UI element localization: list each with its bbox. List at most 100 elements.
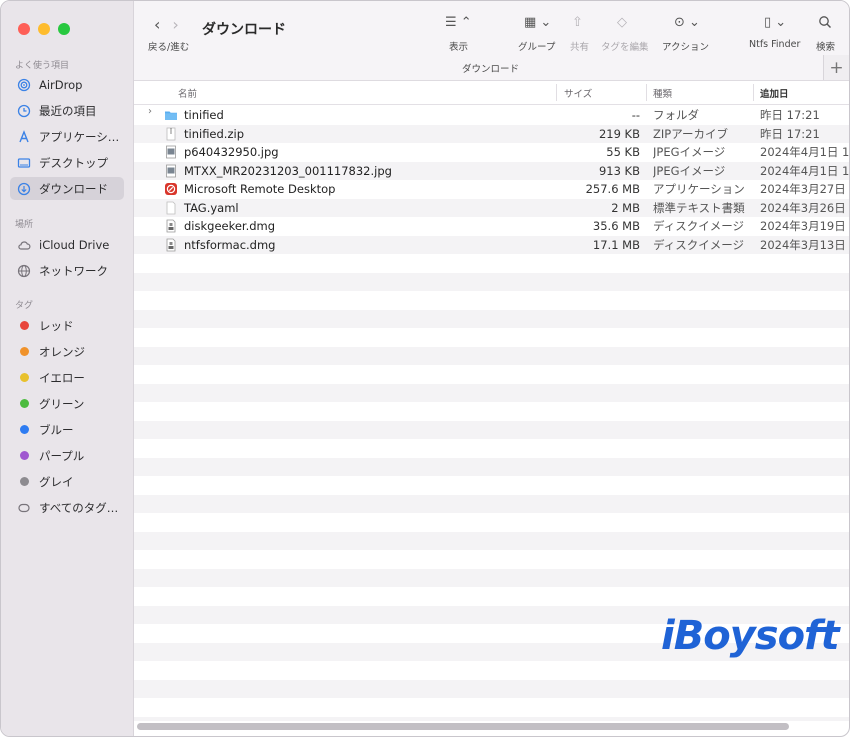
close-button[interactable] bbox=[18, 23, 30, 35]
download-icon bbox=[17, 182, 31, 196]
view-list-icon[interactable]: ☰ ⌃ bbox=[445, 15, 472, 30]
column-header-date-added[interactable]: 追加日 bbox=[760, 81, 789, 104]
sidebar-all-tags[interactable]: すべてのタグ… bbox=[10, 496, 124, 519]
sidebar-tag-orange[interactable]: オレンジ bbox=[10, 340, 124, 363]
sidebar-item-recents[interactable]: 最近の項目 bbox=[10, 99, 124, 122]
sidebar-item-label: ダウンロード bbox=[39, 181, 108, 196]
empty-row-stripe bbox=[134, 531, 849, 550]
file-name: TAG.yaml bbox=[184, 200, 239, 215]
file-name-cell: tinified.zip bbox=[164, 125, 564, 144]
ntfs-finder-icon[interactable]: ▯ ⌄ bbox=[764, 15, 786, 30]
file-date-added: 昨日 17:21 bbox=[760, 108, 820, 123]
file-kind: フォルダ bbox=[653, 108, 699, 123]
column-header-name[interactable]: 名前 bbox=[178, 81, 197, 104]
action-label[interactable]: アクション bbox=[662, 39, 709, 53]
file-row[interactable]: TAG.yaml 2 MB 標準テキスト書類 2024年3月26日 bbox=[134, 198, 849, 218]
empty-row-stripe bbox=[134, 383, 849, 402]
sidebar-tag-blue[interactable]: ブルー bbox=[10, 418, 124, 441]
column-divider[interactable] bbox=[556, 84, 557, 101]
red-tag-dot-icon bbox=[19, 321, 29, 330]
file-row[interactable]: diskgeeker.dmg 35.6 MB ディスクイメージ 2024年3月19日 bbox=[134, 217, 849, 236]
file-date-added: 2024年3月13日 bbox=[760, 237, 846, 252]
clock-icon bbox=[17, 104, 31, 118]
file-row[interactable]: Microsoft Remote Desktop 257.6 MB アプリケーション… bbox=[134, 180, 849, 199]
minimize-button[interactable] bbox=[38, 23, 50, 35]
file-name: p640432950.jpg bbox=[184, 145, 279, 160]
sidebar-tag-purple[interactable]: パープル bbox=[10, 444, 124, 467]
file-size: 35.6 MB bbox=[592, 219, 640, 234]
column-header-kind[interactable]: 種類 bbox=[653, 81, 672, 104]
sidebar-item-desktop[interactable]: デスクトップ bbox=[10, 151, 124, 174]
sidebar-item-icloud[interactable]: iCloud Drive bbox=[10, 233, 124, 256]
airdrop-icon bbox=[17, 78, 31, 92]
blue-tag-dot-icon bbox=[19, 425, 29, 434]
nav-arrows: ‹ › bbox=[154, 15, 191, 34]
sidebar-tag-red[interactable]: レッド bbox=[10, 314, 124, 337]
file-size: 913 KB bbox=[598, 163, 640, 178]
share-icon[interactable]: ⇧ bbox=[572, 15, 583, 30]
file-row[interactable]: tinified.zip 219 KB ZIPアーカイブ 昨日 17:21 bbox=[134, 124, 849, 144]
sidebar-item-label: パープル bbox=[39, 448, 85, 463]
share-label[interactable]: 共有 bbox=[570, 39, 589, 53]
folder-icon bbox=[164, 108, 178, 122]
back-forward-label: 戻る/進む bbox=[148, 42, 190, 53]
file-size: -- bbox=[631, 108, 640, 123]
empty-row-stripe bbox=[134, 457, 849, 476]
column-divider[interactable] bbox=[646, 84, 647, 101]
empty-row-stripe bbox=[134, 568, 849, 587]
file-name: MTXX_MR20231203_001117832.jpg bbox=[184, 163, 392, 178]
sidebar-item-airdrop[interactable]: AirDrop bbox=[10, 73, 124, 96]
group-label[interactable]: グループ bbox=[518, 39, 555, 53]
column-header-size[interactable]: サイズ bbox=[564, 81, 592, 104]
locations-header: 場所 bbox=[15, 220, 34, 230]
sidebar-item-downloads[interactable]: ダウンロード bbox=[10, 177, 124, 200]
empty-row-stripe bbox=[134, 365, 849, 384]
file-kind: JPEGイメージ bbox=[653, 163, 726, 178]
column-divider[interactable] bbox=[753, 84, 754, 101]
file-row[interactable]: MTXX_MR20231203_001117832.jpg 913 KB JPEGイ… bbox=[134, 161, 849, 180]
sidebar-item-label: iCloud Drive bbox=[39, 237, 110, 252]
empty-row-stripe bbox=[134, 698, 849, 717]
file-name-cell: TAG.yaml bbox=[164, 199, 564, 218]
sidebar-item-label: レッド bbox=[39, 318, 74, 333]
file-row[interactable]: › tinified -- フォルダ 昨日 17:21 bbox=[134, 106, 849, 125]
add-tab-button[interactable]: + bbox=[823, 55, 849, 80]
file-row[interactable]: ntfsformac.dmg 17.1 MB ディスクイメージ 2024年3月13日 bbox=[134, 235, 849, 254]
empty-row-stripe bbox=[134, 513, 849, 532]
view-label[interactable]: 表示 bbox=[449, 39, 468, 53]
disclosure-chevron-icon[interactable]: › bbox=[148, 106, 152, 117]
empty-row-stripe bbox=[134, 402, 849, 421]
sidebar-tag-gray[interactable]: グレイ bbox=[10, 470, 124, 493]
file-date-added: 昨日 17:21 bbox=[760, 126, 820, 141]
back-arrow-icon[interactable]: ‹ bbox=[154, 15, 160, 34]
window-controls bbox=[18, 23, 70, 35]
empty-row-stripe bbox=[134, 346, 849, 365]
sidebar-item-label: グレイ bbox=[39, 474, 74, 489]
sidebar-tag-yellow[interactable]: イエロー bbox=[10, 366, 124, 389]
file-name: ntfsformac.dmg bbox=[184, 237, 276, 252]
zoom-button[interactable] bbox=[58, 23, 70, 35]
horizontal-scrollbar[interactable] bbox=[137, 723, 789, 730]
finder-window: よく使う項目 AirDrop 最近の項目 アプリケーシ… デスクトップ ダウンロ… bbox=[0, 0, 850, 737]
disk-image-icon bbox=[164, 238, 178, 252]
empty-row-stripe bbox=[134, 420, 849, 439]
tags-header: タグ bbox=[15, 301, 34, 311]
ntfs-finder-label[interactable]: Ntfs Finder bbox=[749, 39, 800, 50]
sidebar-item-network[interactable]: ネットワーク bbox=[10, 259, 124, 282]
search-icon[interactable] bbox=[818, 15, 832, 33]
sidebar-tag-green[interactable]: グリーン bbox=[10, 392, 124, 415]
action-ellipsis-icon[interactable]: ⊙ ⌄ bbox=[674, 15, 700, 30]
file-date-added: 2024年4月1日 1 bbox=[760, 163, 849, 178]
forward-arrow-icon[interactable]: › bbox=[172, 15, 178, 34]
sidebar-item-applications[interactable]: アプリケーシ… bbox=[10, 125, 124, 148]
file-row[interactable]: p640432950.jpg 55 KB JPEGイメージ 2024年4月1日 1 bbox=[134, 143, 849, 162]
cloud-icon bbox=[17, 238, 31, 252]
edit-tags-label[interactable]: タグを編集 bbox=[601, 39, 649, 53]
tag-icon[interactable]: ◇ bbox=[617, 15, 627, 30]
empty-row-stripe bbox=[134, 679, 849, 698]
empty-row-stripe bbox=[134, 291, 849, 310]
group-grid-icon[interactable]: ▦ ⌄ bbox=[524, 15, 551, 30]
search-label[interactable]: 検索 bbox=[816, 39, 835, 53]
empty-row-stripe bbox=[134, 328, 849, 347]
disk-image-icon bbox=[164, 219, 178, 233]
